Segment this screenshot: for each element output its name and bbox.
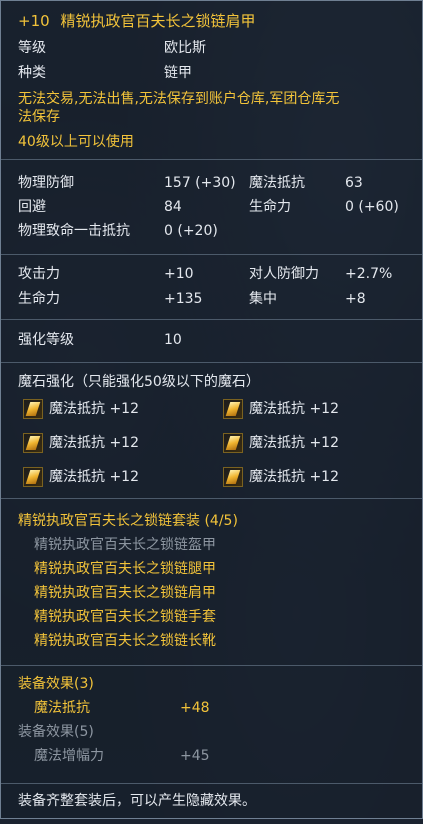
bonus-value: +135	[164, 291, 203, 307]
bonus-label: 生命力	[18, 291, 60, 307]
bonus-value: +2.7%	[345, 266, 393, 282]
set-piece-equipped: 精锐执政官百夫长之锁链肩甲	[34, 585, 216, 601]
enchant-value: 10	[164, 332, 182, 348]
grade-label: 等级	[18, 40, 46, 56]
manastone-label: 魔法抵抗 +12	[49, 435, 139, 451]
enchant-label: 强化等级	[18, 332, 74, 348]
manastone-icon[interactable]	[223, 399, 243, 419]
base-stats-section: 物理防御 157 (+30) 魔法抵抗 63 回避 84 生命力 0 (+60)…	[1, 160, 422, 255]
bonus-stats-section: 攻击力 +10 对人防御力 +2.7% 生命力 +135 集中 +8	[1, 255, 422, 320]
set-effect-header-active: 装备效果(3)	[18, 676, 94, 692]
set-piece-equipped: 精锐执政官百夫长之锁链手套	[34, 609, 216, 625]
stat-label: 物理致命一击抵抗	[18, 223, 130, 239]
manastone-icon[interactable]	[23, 467, 43, 487]
manastone-icon[interactable]	[223, 467, 243, 487]
manastone-icon[interactable]	[23, 433, 43, 453]
manastone-label: 魔法抵抗 +12	[249, 469, 339, 485]
stat-label: 魔法抵抗	[249, 175, 305, 191]
manastone-label: 魔法抵抗 +12	[49, 401, 139, 417]
item-title: +10 精锐执政官百夫长之锁链肩甲	[18, 12, 255, 30]
set-effect-stat: 魔法抵抗	[34, 700, 90, 716]
enchant-section: 强化等级 10	[1, 320, 422, 363]
bonus-value: +8	[345, 291, 366, 307]
set-effect-value: +45	[180, 748, 210, 764]
set-section: 精锐执政官百夫长之锁链套装 (4/5) 精锐执政官百夫长之锁链盔甲 精锐执政官百…	[1, 499, 422, 666]
manastone-label: 魔法抵抗 +12	[249, 435, 339, 451]
level-requirement: 40级以上可以使用	[18, 134, 134, 150]
stat-value: 157 (+30)	[164, 175, 236, 191]
set-piece-equipped: 精锐执政官百夫长之锁链腿甲	[34, 561, 216, 577]
stat-value: 63	[345, 175, 363, 191]
manastone-header: 魔石强化（只能强化50级以下的魔石）	[18, 374, 260, 390]
item-header-section: +10 精锐执政官百夫长之锁链肩甲 等级 欧比斯 种类 链甲 无法交易,无法出售…	[1, 1, 422, 160]
manastone-label: 魔法抵抗 +12	[249, 401, 339, 417]
stat-label: 生命力	[249, 199, 291, 215]
type-value: 链甲	[164, 65, 192, 81]
stat-value: 0 (+20)	[164, 223, 218, 239]
bonus-label: 攻击力	[18, 266, 60, 282]
item-tooltip: +10 精锐执政官百夫长之锁链肩甲 等级 欧比斯 种类 链甲 无法交易,无法出售…	[0, 0, 423, 819]
stat-value: 0 (+60)	[345, 199, 399, 215]
grade-value: 欧比斯	[164, 40, 206, 56]
manastone-icon[interactable]	[223, 433, 243, 453]
set-effect-value: +48	[180, 700, 210, 716]
set-piece-unequipped: 精锐执政官百夫长之锁链盔甲	[34, 537, 216, 553]
set-hidden-effect-note: 装备齐整套装后，可以产生隐藏效果。	[18, 793, 256, 809]
stat-value: 84	[164, 199, 182, 215]
type-label: 种类	[18, 65, 46, 81]
manastone-label: 魔法抵抗 +12	[49, 469, 139, 485]
set-effect-stat: 魔法增幅力	[34, 748, 104, 764]
restriction-text-2: 法保存	[18, 109, 60, 125]
stat-label: 回避	[18, 199, 46, 215]
bonus-label: 集中	[249, 291, 277, 307]
footer-section: 装备齐整套装后，可以产生隐藏效果。	[1, 784, 422, 824]
manastone-section: 魔石强化（只能强化50级以下的魔石） 魔法抵抗 +12 魔法抵抗 +12 魔法抵…	[1, 363, 422, 499]
enhance-level: +10	[18, 12, 50, 30]
bonus-label: 对人防御力	[249, 266, 319, 282]
set-header: 精锐执政官百夫长之锁链套装 (4/5)	[18, 513, 238, 529]
bonus-value: +10	[164, 266, 194, 282]
set-effect-header-inactive: 装备效果(5)	[18, 724, 94, 740]
restriction-text-1: 无法交易,无法出售,无法保存到账户仓库,军团仓库无	[18, 91, 340, 107]
item-name: 精锐执政官百夫长之锁链肩甲	[60, 12, 256, 30]
set-piece-equipped: 精锐执政官百夫长之锁链长靴	[34, 633, 216, 649]
manastone-icon[interactable]	[23, 399, 43, 419]
set-effects-section: 装备效果(3) 魔法抵抗 +48 装备效果(5) 魔法增幅力 +45	[1, 666, 422, 784]
stat-label: 物理防御	[18, 175, 74, 191]
